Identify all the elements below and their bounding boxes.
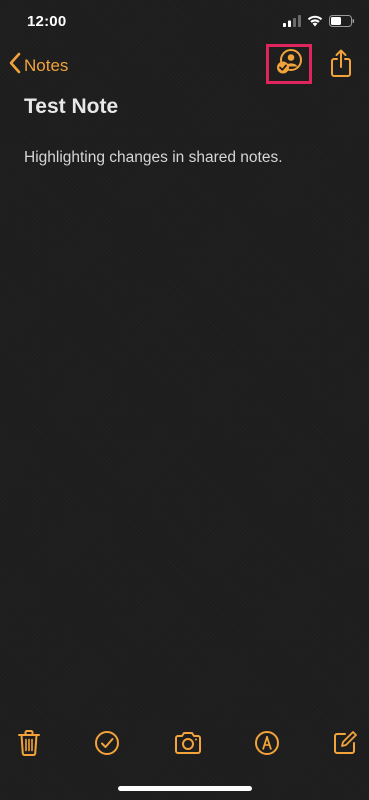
battery-icon (329, 14, 355, 32)
nav-bar: Notes (0, 44, 369, 88)
bottom-toolbar (0, 729, 369, 764)
wifi-icon (307, 14, 323, 32)
note-body[interactable]: Highlighting changes in shared notes. (24, 149, 283, 167)
share-icon (329, 48, 353, 83)
share-button[interactable] (328, 48, 354, 83)
markup-button[interactable] (253, 730, 281, 760)
camera-icon (173, 730, 203, 761)
status-time: 12:00 (27, 13, 67, 30)
home-indicator[interactable] (118, 786, 252, 791)
delete-button[interactable] (15, 729, 43, 762)
person-badge-icon (275, 48, 303, 81)
chevron-left-icon (8, 52, 22, 79)
checklist-icon (94, 730, 120, 761)
signal-icon (283, 14, 301, 32)
notes-screen: 12:00 Notes Test Note Highlighting chang… (0, 0, 369, 800)
markup-icon (254, 730, 280, 761)
back-label: Notes (24, 55, 69, 75)
camera-button[interactable] (172, 730, 204, 760)
back-button[interactable]: Notes (8, 52, 68, 79)
status-bar: 12:00 (0, 0, 369, 44)
compose-icon (332, 730, 358, 761)
checklist-button[interactable] (93, 730, 121, 760)
note-title[interactable]: Test Note (24, 95, 118, 119)
status-icons (283, 14, 355, 32)
trash-icon (17, 729, 41, 762)
collaborate-button[interactable] (266, 44, 312, 84)
compose-button[interactable] (331, 730, 359, 760)
